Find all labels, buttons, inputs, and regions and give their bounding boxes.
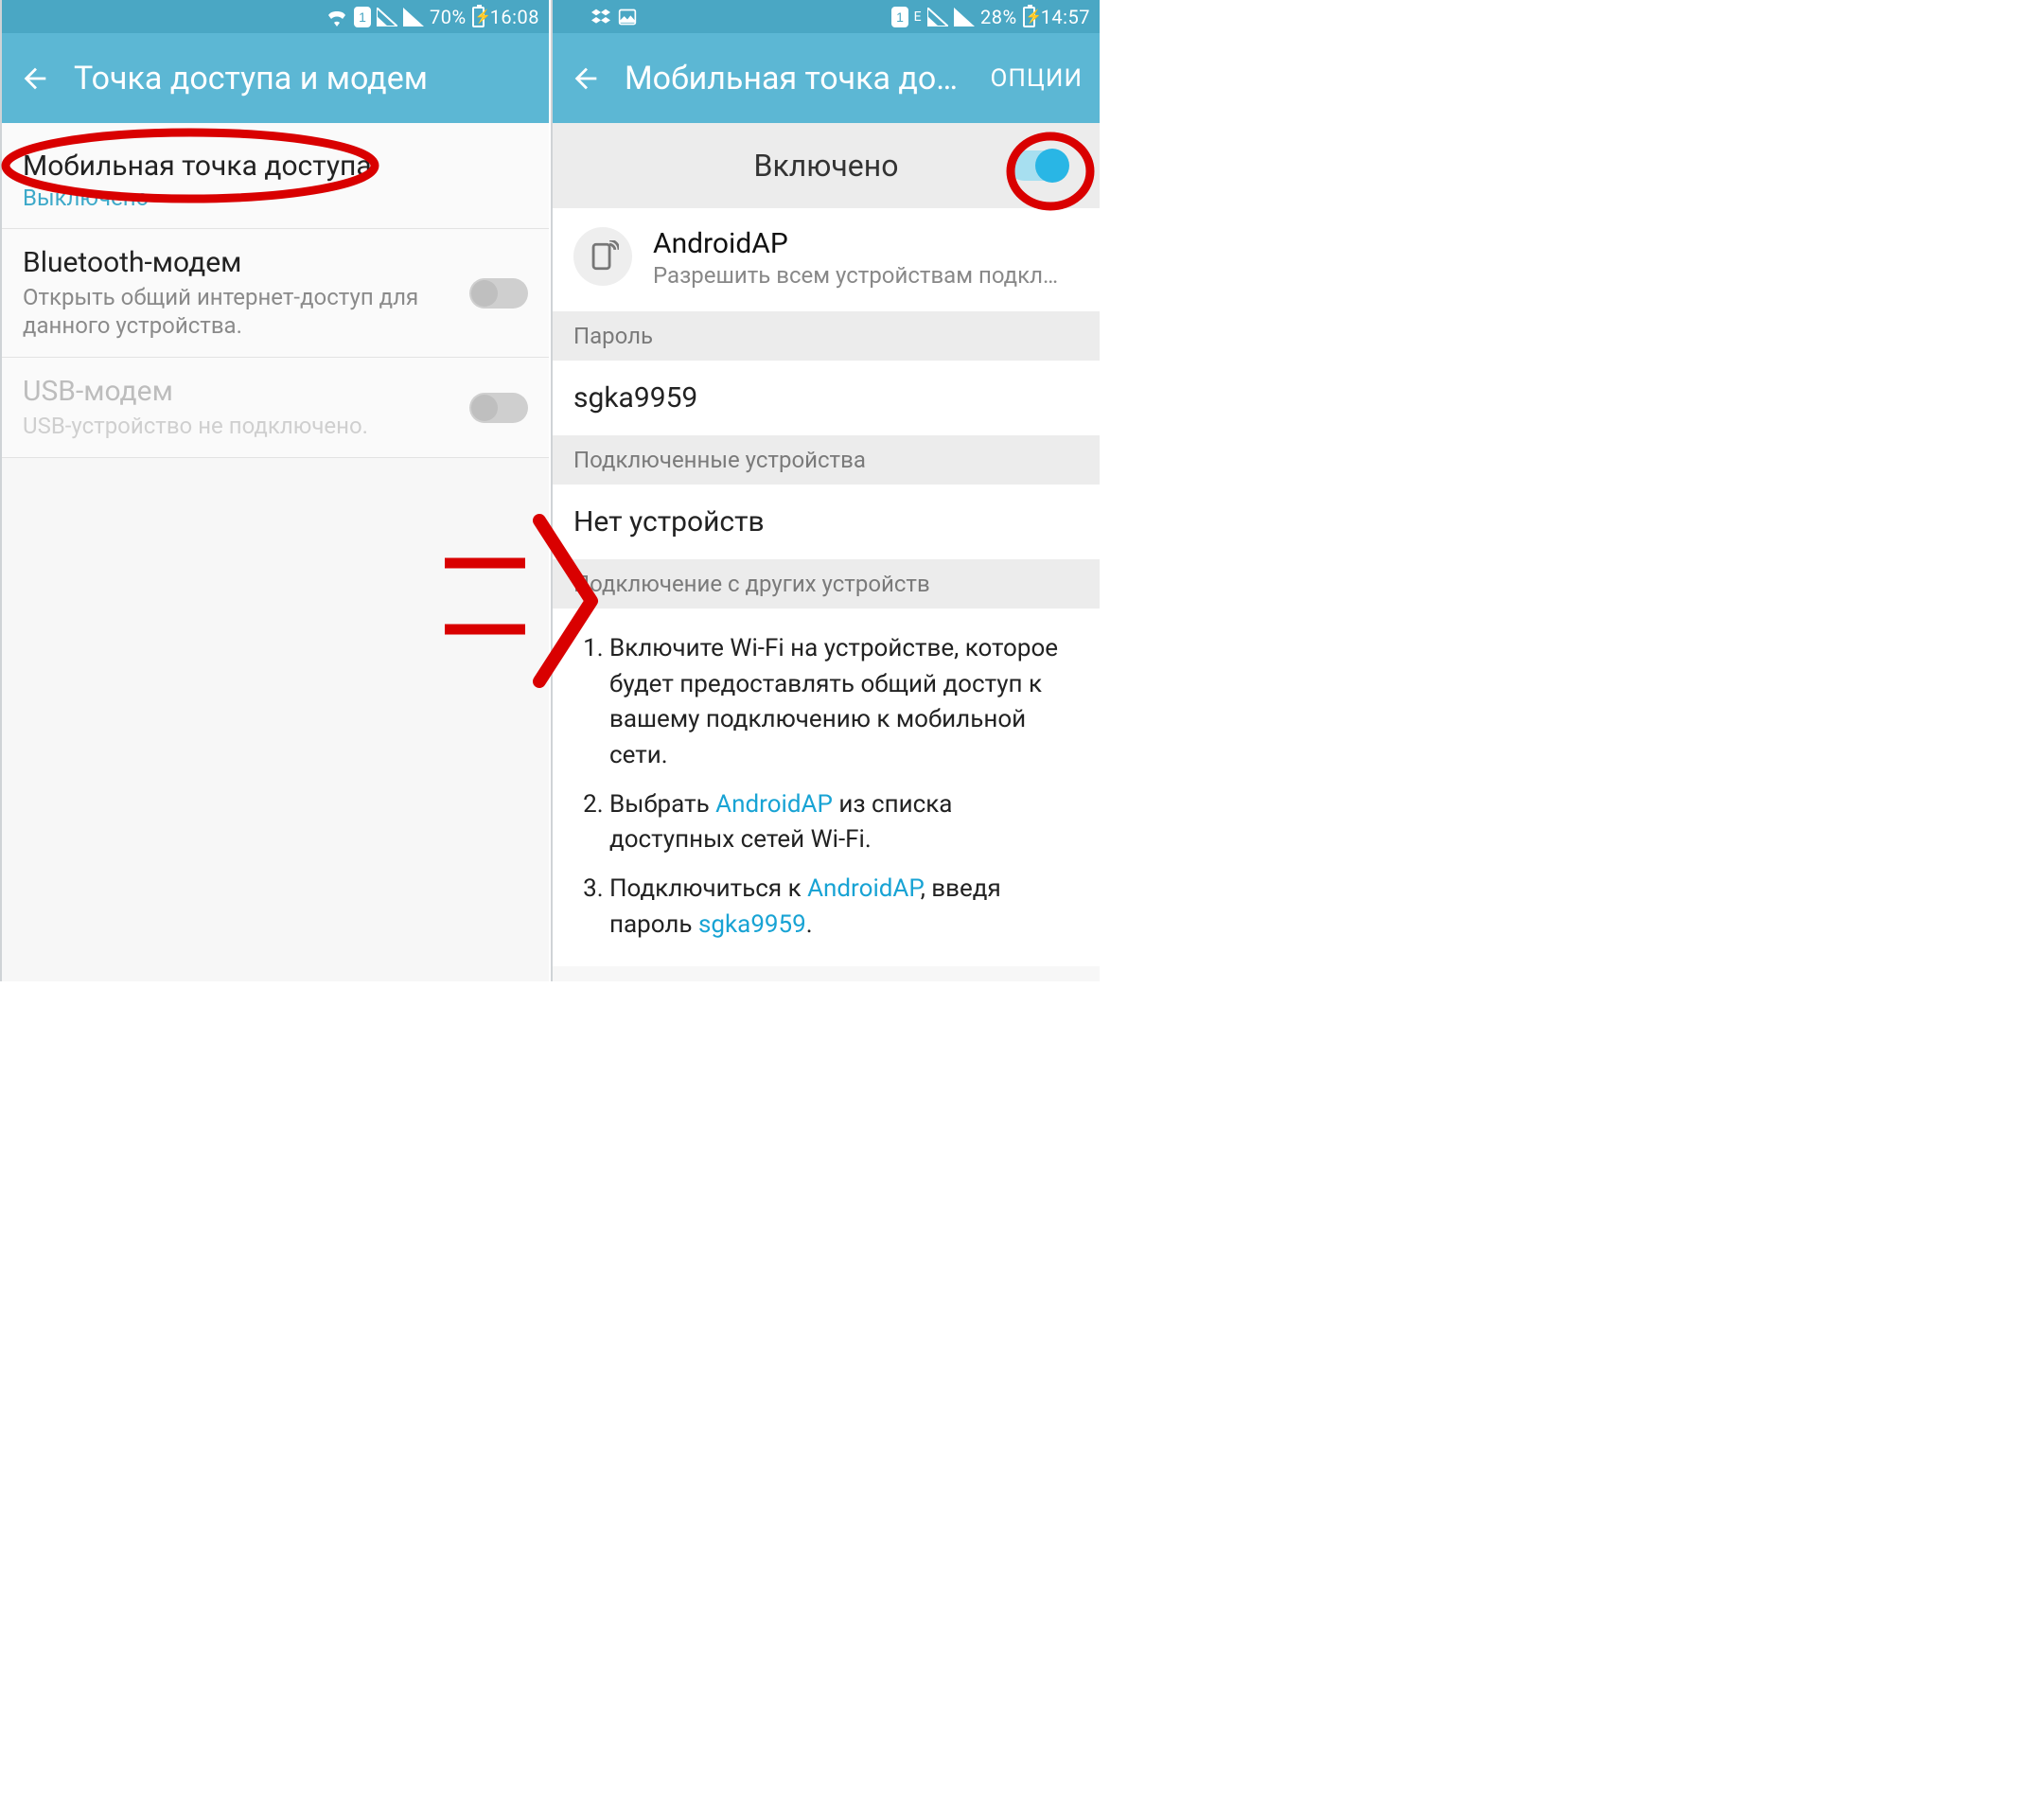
settings-list-left: Мобильная точка доступа Выключено Blueto… (2, 123, 549, 458)
battery-icon: ⚡ (1023, 7, 1035, 27)
instruction-step-3: Подключиться к AndroidAP, введя пароль s… (609, 872, 1075, 943)
row-bluetooth-tether[interactable]: Bluetooth-модем Открыть общий интернет-д… (2, 229, 549, 358)
master-toggle[interactable] (1009, 150, 1067, 181)
svg-text:1: 1 (896, 9, 904, 25)
master-toggle-label: Включено (754, 148, 899, 184)
statusbar-left: 1 70% ⚡ 16:08 (2, 0, 549, 33)
row-usb-tether: USB-модем USB-устройство не подключено. (2, 358, 549, 458)
ap-subtitle: Разрешить всем устройствам подключ… (653, 262, 1069, 289)
row-ap-info[interactable]: AndroidAP Разрешить всем устройствам под… (553, 208, 1100, 311)
row-title: Bluetooth-модем (23, 246, 528, 279)
clock: 14:57 (1041, 6, 1090, 28)
net-type: E (914, 9, 922, 25)
row-state: Выключено (23, 185, 528, 211)
sim-icon: 1 (891, 7, 908, 27)
options-button[interactable]: ОПЦИИ (990, 64, 1083, 93)
appbar-title: Мобильная точка дост… (625, 60, 967, 97)
phone-left: 1 70% ⚡ 16:08 Точка доступа и модем Моби… (0, 0, 549, 981)
instruction-step-1: Включите Wi-Fi на устройстве, которое бу… (609, 631, 1075, 774)
battery-percent: 70% (430, 6, 467, 28)
svg-text:1: 1 (359, 9, 366, 25)
signal-icon (927, 8, 948, 26)
row-subtitle: USB-устройство не подключено. (23, 412, 420, 440)
toggle-usb (469, 393, 528, 423)
instruction-step-2: Выбрать AndroidAP из списка доступных се… (609, 787, 1075, 858)
hotspot-icon (573, 227, 632, 286)
statusbar-right: 1 E 28% ⚡ 14:57 (553, 0, 1100, 33)
connected-value: Нет устройств (553, 485, 1100, 559)
back-icon[interactable] (570, 62, 602, 95)
row-title: USB-модем (23, 375, 528, 408)
image-icon (617, 8, 638, 26)
wifi-icon (326, 8, 348, 26)
signal2-icon (403, 8, 424, 26)
signal-icon (377, 8, 397, 26)
section-connected: Подключенные устройства (553, 435, 1100, 485)
section-password: Пароль (553, 311, 1100, 361)
appbar-left: Точка доступа и модем (2, 33, 549, 123)
phone-right: 1 E 28% ⚡ 14:57 Мобильная точка дост… ОП… (551, 0, 1100, 981)
password-value[interactable]: sgka9959 (553, 361, 1100, 435)
appbar-title: Точка доступа и модем (74, 60, 532, 97)
battery-percent: 28% (980, 6, 1017, 28)
sim-icon: 1 (354, 7, 371, 27)
signal2-icon (954, 8, 975, 26)
toggle-bluetooth[interactable] (469, 278, 528, 309)
instructions: Включите Wi-Fi на устройстве, которое бу… (553, 609, 1100, 966)
clock: 16:08 (490, 6, 539, 28)
back-icon[interactable] (19, 62, 51, 95)
dropbox-icon (590, 8, 611, 26)
battery-icon: ⚡ (472, 7, 485, 27)
row-mobile-hotspot[interactable]: Мобильная точка доступа Выключено (2, 123, 549, 229)
ap-name: AndroidAP (653, 227, 1069, 260)
appbar-right: Мобильная точка дост… ОПЦИИ (553, 33, 1100, 123)
row-title: Мобильная точка доступа (23, 150, 528, 183)
section-howto: Подключение с других устройств (553, 559, 1100, 609)
row-subtitle: Открыть общий интернет-доступ для данног… (23, 283, 420, 340)
master-toggle-row[interactable]: Включено (553, 123, 1100, 208)
